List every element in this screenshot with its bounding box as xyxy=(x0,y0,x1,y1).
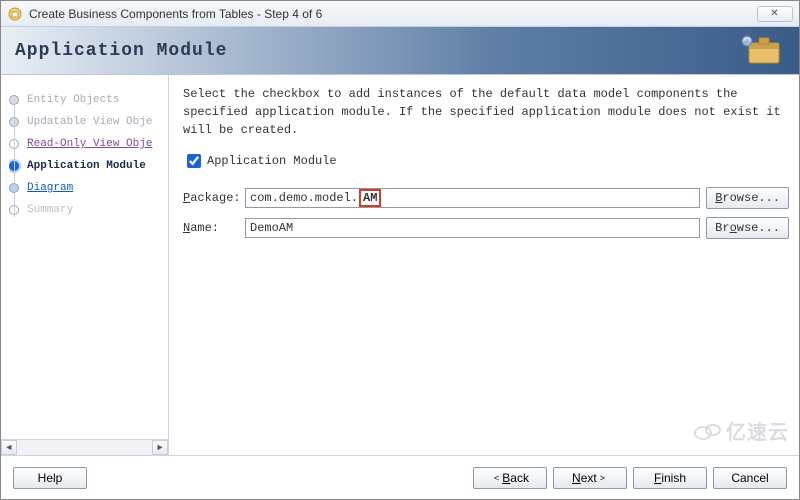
package-value-prefix: com.demo.model. xyxy=(250,191,358,205)
help-button[interactable]: Help xyxy=(13,467,87,489)
wizard-step-updatable-view[interactable]: Updatable View Obje xyxy=(9,111,168,133)
step-label: Read-Only View Obje xyxy=(27,138,152,150)
step-label: Updatable View Obje xyxy=(27,116,152,128)
next-button[interactable]: Next> xyxy=(553,467,627,489)
package-row: Package: com.demo.model.AM Browse... xyxy=(183,187,789,209)
wizard-steps-sidebar: Entity Objects Updatable View Obje Read-… xyxy=(1,75,169,455)
step-label: Summary xyxy=(27,204,73,216)
finish-button[interactable]: Finish xyxy=(633,467,707,489)
name-value: DemoAM xyxy=(250,221,293,235)
titlebar: Create Business Components from Tables -… xyxy=(1,1,799,27)
package-value-highlight: AM xyxy=(359,189,381,207)
package-browse-button[interactable]: Browse... xyxy=(706,187,789,209)
step-label: Application Module xyxy=(27,160,146,172)
wizard-footer: Help <Back Next> Finish Cancel xyxy=(1,455,799,499)
name-input[interactable]: DemoAM xyxy=(245,218,700,238)
scroll-right-icon[interactable]: ► xyxy=(152,440,168,455)
name-row: Name: DemoAM Browse... xyxy=(183,217,789,239)
step-label: Diagram xyxy=(27,182,73,194)
step-label: Entity Objects xyxy=(27,94,119,106)
application-module-checkbox[interactable] xyxy=(187,154,201,168)
app-icon xyxy=(7,6,23,22)
sidebar-scrollbar[interactable]: ◄ ► xyxy=(1,439,168,455)
scroll-left-icon[interactable]: ◄ xyxy=(1,440,17,455)
package-input[interactable]: com.demo.model.AM xyxy=(245,188,700,208)
package-label: Package: xyxy=(183,191,245,205)
wizard-step-readonly-view[interactable]: Read-Only View Obje xyxy=(9,133,168,155)
window-title: Create Business Components from Tables -… xyxy=(29,7,322,21)
wizard-body: Entity Objects Updatable View Obje Read-… xyxy=(1,75,799,455)
wizard-step-summary: Summary xyxy=(9,199,168,221)
application-module-checkbox-label: Application Module xyxy=(207,154,337,168)
application-module-checkbox-row: Application Module xyxy=(183,151,789,171)
banner-title: Application Module xyxy=(15,41,227,61)
briefcase-icon xyxy=(739,33,785,72)
back-button[interactable]: <Back xyxy=(473,467,547,489)
wizard-step-entity-objects[interactable]: Entity Objects xyxy=(9,89,168,111)
window-close-button[interactable]: ✕ xyxy=(757,6,793,22)
main-pane: Select the checkbox to add instances of … xyxy=(169,75,799,455)
step-description: Select the checkbox to add instances of … xyxy=(183,85,789,139)
name-label: Name: xyxy=(183,221,245,235)
name-browse-button[interactable]: Browse... xyxy=(706,217,789,239)
wizard-step-application-module[interactable]: Application Module xyxy=(9,155,168,177)
wizard-step-diagram[interactable]: Diagram xyxy=(9,177,168,199)
wizard-banner: Application Module xyxy=(1,27,799,75)
cancel-button[interactable]: Cancel xyxy=(713,467,787,489)
